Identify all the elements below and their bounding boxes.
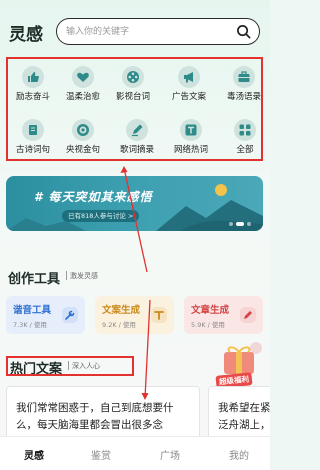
bottom-tab-bar: 灵感 鉴赏 广场 我的 [0,436,270,470]
banner[interactable]: # 每天突如其来感悟 已有818人参与讨论 > [6,176,263,231]
article-line: 泛舟湖上，日三 [218,419,270,431]
section-title-tools: 创作工具 [8,272,61,287]
edit-pencil-icon [244,311,252,319]
carousel-dots [229,222,251,226]
search-icon[interactable] [236,24,251,39]
section-subtitle-tools: 激发灵感 [70,272,98,280]
tab-inspiration[interactable]: 灵感 [4,447,64,462]
text-t-icon [154,311,164,320]
arrowhead-up-icon [120,166,128,173]
section-divider [66,271,67,280]
search-input[interactable] [66,19,231,44]
tab-square[interactable]: 广场 [140,447,200,462]
tool-usage: 9.2K / 使用 [102,321,136,329]
app-screen: 灵感 励志奋斗 温柔治愈 影视台词 广告文案 [0,0,270,470]
banner-badge[interactable]: 已有818人参与讨论 > [62,210,140,222]
tool-name: 文案生成 [102,305,141,316]
header: 灵感 [0,14,270,50]
article-line: 我们常常困惑于，自己到底想要什 [16,402,174,414]
tool-usage: 7.3K / 使用 [13,321,47,329]
article-line: 么，每天脑海里都会冒出很多念 [16,419,163,431]
tool-card-copy-generate[interactable]: 文案生成 9.2K / 使用 [95,296,174,334]
wrench-icon [65,310,75,320]
article-line: 我希望在紧华结 [218,402,270,414]
tab-appreciation[interactable]: 鉴赏 [71,447,131,462]
tool-name: 谐音工具 [13,305,52,316]
search-bar[interactable] [56,18,260,45]
annotation-box-categories [6,57,263,161]
tool-usage: 5.9K / 使用 [191,321,225,329]
tool-card-article-generate[interactable]: 文章生成 5.9K / 使用 [184,296,263,334]
tool-card-homophone[interactable]: 谐音工具 7.3K / 使用 [6,296,85,334]
annotation-box-hot [6,356,134,376]
carousel-dot-active [236,222,244,226]
tool-name: 文章生成 [191,305,230,316]
tab-mine[interactable]: 我的 [209,447,269,462]
app-title: 灵感 [9,25,43,45]
banner-title: # 每天突如其来感悟 [34,190,153,204]
carousel-dot [247,222,251,226]
carousel-dot [229,222,233,226]
